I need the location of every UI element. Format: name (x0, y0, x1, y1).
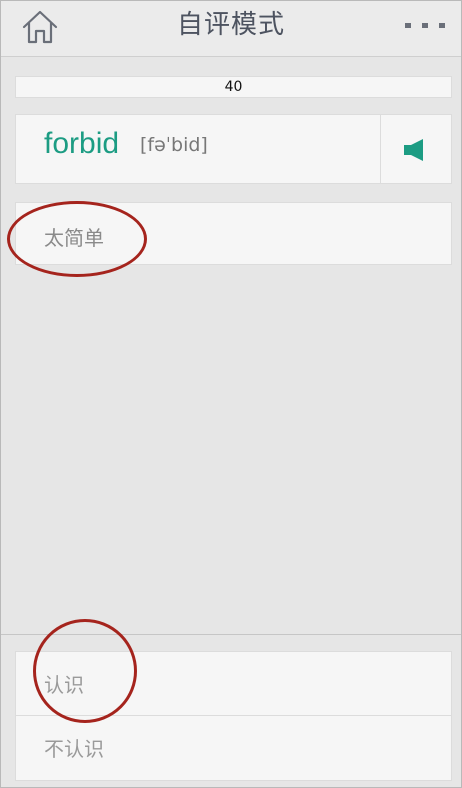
too-easy-button[interactable]: 太简单 (15, 202, 452, 265)
word-card: forbid [fəˈbid] (15, 114, 452, 184)
header-bar: 自评模式 (1, 1, 461, 57)
more-button[interactable] (403, 17, 447, 31)
speaker-icon (404, 139, 423, 161)
answer-options: 认识 不认识 (15, 651, 452, 781)
know-label: 认识 (44, 673, 84, 697)
page-title: 自评模式 (176, 10, 285, 40)
dont-know-label: 不认识 (44, 737, 104, 761)
word-text: forbid (44, 127, 120, 160)
too-easy-label: 太简单 (44, 226, 104, 250)
phonetic-text: [fəˈbid] (140, 134, 208, 156)
play-sound-button[interactable] (380, 115, 452, 183)
divider (1, 634, 461, 635)
dont-know-button[interactable]: 不认识 (16, 716, 451, 780)
progress-counter: 40 (15, 76, 452, 98)
more-dots-icon (405, 23, 445, 28)
know-button[interactable]: 认识 (16, 652, 451, 716)
